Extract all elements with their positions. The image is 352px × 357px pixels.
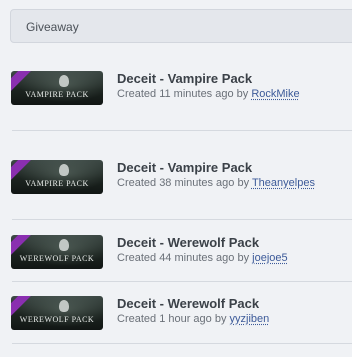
row-divider bbox=[12, 281, 352, 282]
giveaway-title[interactable]: Deceit - Werewolf Pack bbox=[117, 296, 259, 311]
created-text: Created 1 hour ago by bbox=[117, 313, 227, 325]
created-text: Created 44 minutes ago by bbox=[117, 252, 250, 264]
character-figure-icon bbox=[59, 75, 69, 87]
creator-link[interactable]: yyzjiben bbox=[230, 313, 270, 325]
giveaway-title[interactable]: Deceit - Werewolf Pack bbox=[117, 235, 259, 250]
giveaway-row: VAMPIRE PACK Deceit - Vampire Pack Creat… bbox=[0, 69, 352, 109]
giveaway-meta: Created 1 hour ago by yyzjiben bbox=[117, 313, 269, 325]
giveaway-title[interactable]: Deceit - Vampire Pack bbox=[117, 160, 252, 175]
game-thumbnail[interactable]: VAMPIRE PACK bbox=[11, 160, 103, 194]
character-figure-icon bbox=[59, 164, 69, 176]
creator-link[interactable]: Theanyelpes bbox=[252, 177, 315, 189]
giveaway-row: WEREWOLF PACK Deceit - Werewolf Pack Cre… bbox=[0, 233, 352, 273]
giveaway-meta: Created 44 minutes ago by joejoe5 bbox=[117, 252, 288, 264]
created-text: Created 11 minutes ago by bbox=[117, 88, 249, 100]
giveaway-title[interactable]: Deceit - Vampire Pack bbox=[117, 71, 252, 86]
created-text: Created 38 minutes ago by bbox=[117, 177, 250, 189]
creator-link[interactable]: RockMike bbox=[251, 88, 299, 100]
game-thumbnail[interactable]: WEREWOLF PACK bbox=[11, 296, 103, 330]
game-thumbnail[interactable]: WEREWOLF PACK bbox=[11, 235, 103, 269]
row-divider bbox=[12, 130, 352, 131]
giveaway-row: WEREWOLF PACK Deceit - Werewolf Pack Cre… bbox=[0, 294, 352, 334]
row-divider bbox=[12, 219, 352, 220]
row-divider bbox=[12, 343, 352, 344]
character-figure-icon bbox=[59, 300, 69, 312]
giveaway-meta: Created 11 minutes ago by RockMike bbox=[117, 88, 300, 100]
thumbnail-caption: VAMPIRE PACK bbox=[25, 90, 89, 99]
thumbnail-caption: VAMPIRE PACK bbox=[25, 179, 89, 188]
character-figure-icon bbox=[59, 239, 69, 251]
section-header: Giveaway bbox=[10, 9, 352, 43]
section-header-label: Giveaway bbox=[26, 20, 79, 34]
creator-link[interactable]: joejoe5 bbox=[252, 252, 287, 264]
thumbnail-caption: WEREWOLF PACK bbox=[19, 254, 95, 263]
giveaway-meta: Created 38 minutes ago by Theanyelpes bbox=[117, 177, 315, 189]
thumbnail-caption: WEREWOLF PACK bbox=[19, 315, 95, 324]
giveaway-row: VAMPIRE PACK Deceit - Vampire Pack Creat… bbox=[0, 158, 352, 198]
game-thumbnail[interactable]: VAMPIRE PACK bbox=[11, 71, 103, 105]
